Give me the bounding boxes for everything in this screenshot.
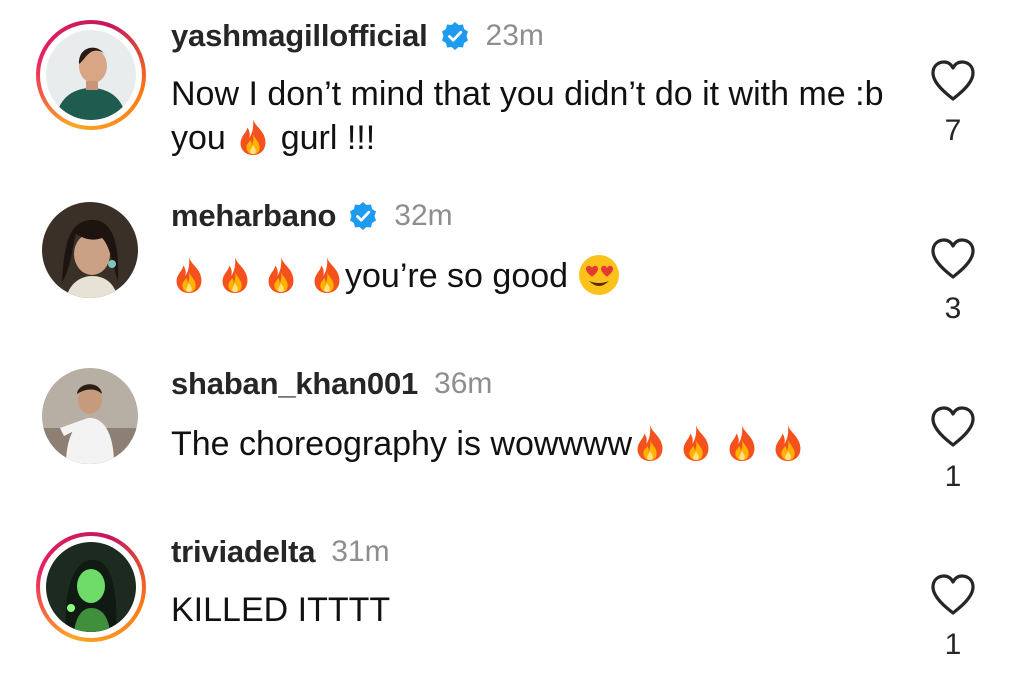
heart-outline-icon[interactable] <box>929 404 977 448</box>
comment-timestamp: 23m <box>485 19 544 52</box>
comment-username[interactable]: triviadelta <box>171 534 315 570</box>
fire-emoji <box>632 424 668 462</box>
comment-username[interactable]: yashmagillofficial <box>171 18 428 54</box>
heart-outline-icon[interactable] <box>929 572 977 616</box>
fire-emoji <box>770 424 806 462</box>
avatar[interactable] <box>36 20 146 130</box>
heart-outline-icon[interactable] <box>929 58 977 102</box>
avatar-photo <box>42 368 138 464</box>
fire-emoji <box>217 256 253 294</box>
fire-emoji <box>235 118 271 156</box>
avatar[interactable] <box>36 362 146 472</box>
comment-timestamp: 32m <box>394 199 453 232</box>
avatar[interactable] <box>36 196 146 306</box>
fire-emoji <box>171 256 207 294</box>
heart-outline-icon[interactable] <box>929 236 977 280</box>
comment-timestamp: 36m <box>434 367 493 400</box>
verified-badge-icon <box>348 201 378 231</box>
comment-text: Now I don’t mind that you didn’t do it w… <box>171 75 893 157</box>
comment-text: you’re so good <box>171 254 891 298</box>
like-count: 7 <box>944 114 962 147</box>
verified-badge-icon <box>440 21 470 51</box>
comment-username[interactable]: shaban_khan001 <box>171 366 418 402</box>
heart-eyes-emoji <box>578 254 620 296</box>
avatar-photo <box>46 542 136 632</box>
fire-emoji <box>309 256 345 294</box>
fire-emoji <box>263 256 299 294</box>
comment-username[interactable]: meharbano <box>171 198 336 234</box>
comment-text: The choreography is wowwww <box>171 422 891 466</box>
fire-emoji <box>724 424 760 462</box>
avatar[interactable] <box>36 532 146 642</box>
avatar-photo <box>46 30 136 120</box>
like-count: 3 <box>944 292 962 325</box>
comment-timestamp: 31m <box>331 535 390 568</box>
avatar-photo <box>42 202 138 298</box>
comment-text: KILLED ITTTT <box>171 591 391 629</box>
fire-emoji <box>678 424 714 462</box>
like-count: 1 <box>944 628 962 661</box>
like-count: 1 <box>944 460 962 493</box>
